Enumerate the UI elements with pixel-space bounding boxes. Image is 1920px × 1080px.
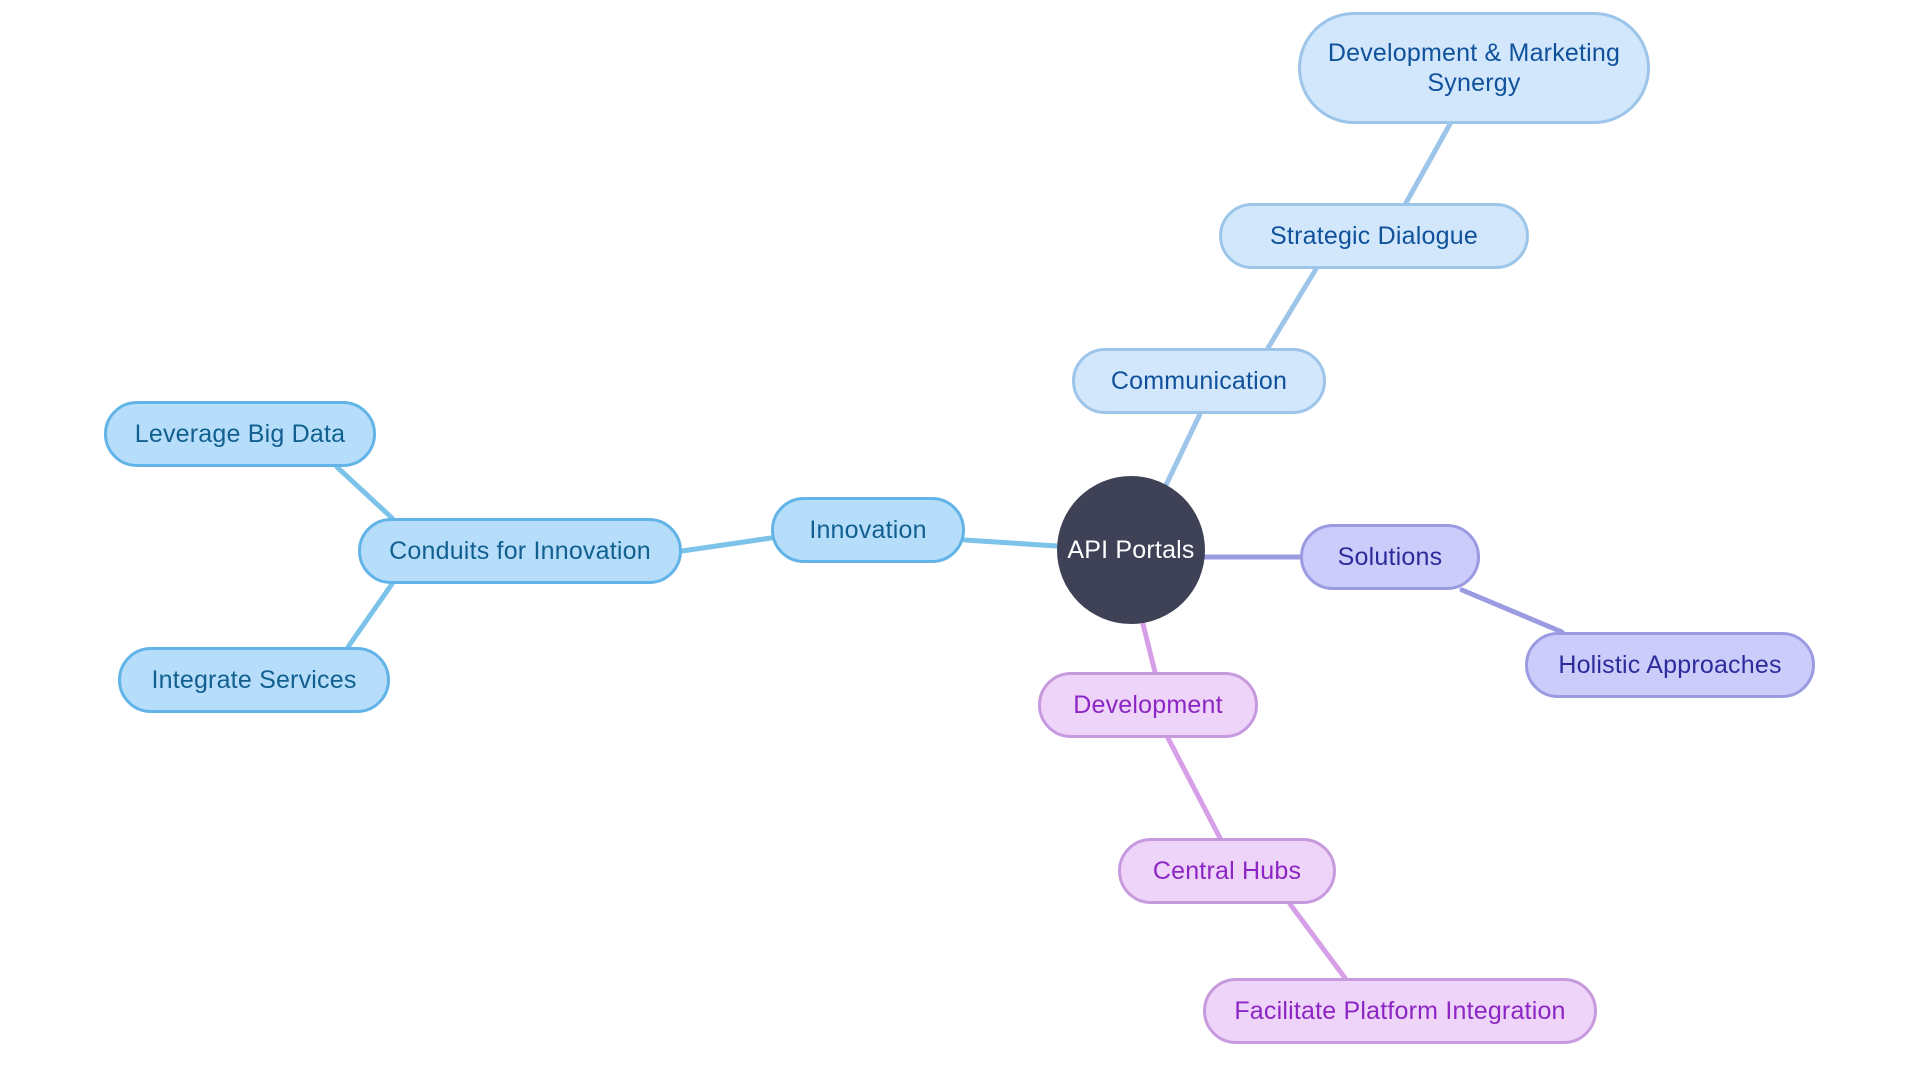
edge-innovation-conduits: [679, 535, 774, 554]
edge-conduits-bigdata: [334, 464, 395, 521]
node-label-strategic-dialogue: Strategic Dialogue: [1270, 221, 1478, 250]
edge-conduits-integrate: [345, 581, 395, 650]
node-leverage-big-data[interactable]: Leverage Big Data: [104, 401, 376, 467]
node-facilitate-platform-integration[interactable]: Facilitate Platform Integration: [1203, 978, 1597, 1044]
node-label-holistic-approaches: Holistic Approaches: [1558, 650, 1782, 679]
node-label-integrate-services: Integrate Services: [151, 665, 357, 694]
node-integrate-services[interactable]: Integrate Services: [118, 647, 390, 713]
node-strategic-dialogue[interactable]: Strategic Dialogue: [1219, 203, 1529, 269]
node-label-development: Development: [1073, 690, 1223, 719]
node-label-development-marketing-synergy: Development & Marketing Synergy: [1327, 38, 1621, 98]
node-label-innovation: Innovation: [809, 515, 927, 544]
node-innovation[interactable]: Innovation: [771, 497, 965, 563]
node-label-communication: Communication: [1110, 366, 1288, 395]
node-label-conduits-for-innovation: Conduits for Innovation: [389, 536, 651, 565]
node-central-hubs[interactable]: Central Hubs: [1118, 838, 1336, 904]
edge-root-development: [1140, 621, 1158, 675]
node-solutions[interactable]: Solutions: [1300, 524, 1480, 590]
node-holistic-approaches[interactable]: Holistic Approaches: [1525, 632, 1815, 698]
edge-solutions-holistic: [1459, 587, 1565, 635]
node-development[interactable]: Development: [1038, 672, 1258, 738]
mindmap-canvas: API Portals Communication Strategic Dialog…: [0, 0, 1920, 1080]
edge-development-hubs: [1165, 735, 1223, 841]
node-development-marketing-synergy[interactable]: Development & Marketing Synergy: [1298, 12, 1650, 124]
node-conduits-for-innovation[interactable]: Conduits for Innovation: [358, 518, 682, 584]
edge-communication-strategic: [1265, 266, 1319, 351]
edge-hubs-facilitate: [1287, 901, 1348, 981]
node-api-portals[interactable]: API Portals: [1057, 476, 1205, 624]
node-communication[interactable]: Communication: [1072, 348, 1326, 414]
edge-root-innovation: [962, 537, 1060, 549]
node-label-leverage-big-data: Leverage Big Data: [134, 419, 346, 448]
edge-root-communication: [1163, 411, 1203, 488]
node-label-api-portals: API Portals: [1067, 535, 1195, 564]
node-label-central-hubs: Central Hubs: [1152, 856, 1302, 885]
node-label-facilitate-platform-integration: Facilitate Platform Integration: [1234, 996, 1566, 1025]
node-label-solutions: Solutions: [1337, 542, 1443, 571]
edge-strategic-synergy: [1403, 121, 1453, 206]
